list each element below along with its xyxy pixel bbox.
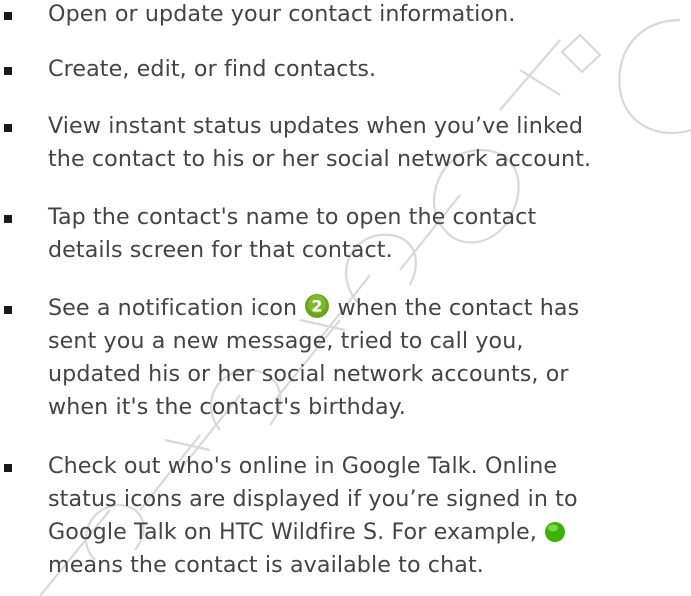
text-line: Check out who's online in Google Talk. O… <box>48 453 558 479</box>
text-line: sent you a new message, tried to call yo… <box>48 328 524 354</box>
text-line: Google Talk on HTC Wildfire S. For examp… <box>48 516 688 549</box>
text-fragment: See a notification icon <box>48 295 305 321</box>
text-line: Tap the contact's name to open the conta… <box>48 204 537 230</box>
list-item-text: Tap the contact's name to open the conta… <box>48 201 688 267</box>
list-item-text: View instant status updates when you’ve … <box>48 110 688 176</box>
available-status-icon <box>545 522 566 542</box>
list-item-text: Open or update your contact information. <box>48 0 688 31</box>
text-line: details screen for that contact. <box>48 237 393 263</box>
notification-count-badge: 2 <box>312 297 323 316</box>
bullet-marker <box>4 124 12 132</box>
list-item-text: Check out who's online in Google Talk. O… <box>48 450 688 582</box>
text-line: means the contact is available to chat. <box>48 552 484 578</box>
text-fragment: when the contact has <box>330 295 580 321</box>
text-line: when it's the contact's birthday. <box>48 394 406 420</box>
text-line: See a notification icon 2 when the conta… <box>48 292 688 325</box>
bullet-marker <box>4 215 12 223</box>
bullet-marker <box>4 67 12 75</box>
text-line: status icons are displayed if you’re sig… <box>48 486 578 512</box>
notification-count-icon: 2 <box>305 294 330 318</box>
text-line: updated his or her social network accoun… <box>48 361 569 387</box>
text-line: View instant status updates when you’ve … <box>48 113 584 139</box>
text-line: the contact to his or her social network… <box>48 146 592 172</box>
text-line: Open or update your contact information. <box>48 1 516 27</box>
bullet-marker <box>4 464 12 472</box>
list-item-text: See a notification icon 2 when the conta… <box>48 292 688 424</box>
list-item-text: Create, edit, or find contacts. <box>48 53 688 86</box>
text-line: Create, edit, or find contacts. <box>48 56 377 82</box>
bullet-marker <box>4 12 12 20</box>
text-fragment: Google Talk on HTC Wildfire S. For examp… <box>48 519 545 545</box>
bullet-marker <box>4 306 12 314</box>
